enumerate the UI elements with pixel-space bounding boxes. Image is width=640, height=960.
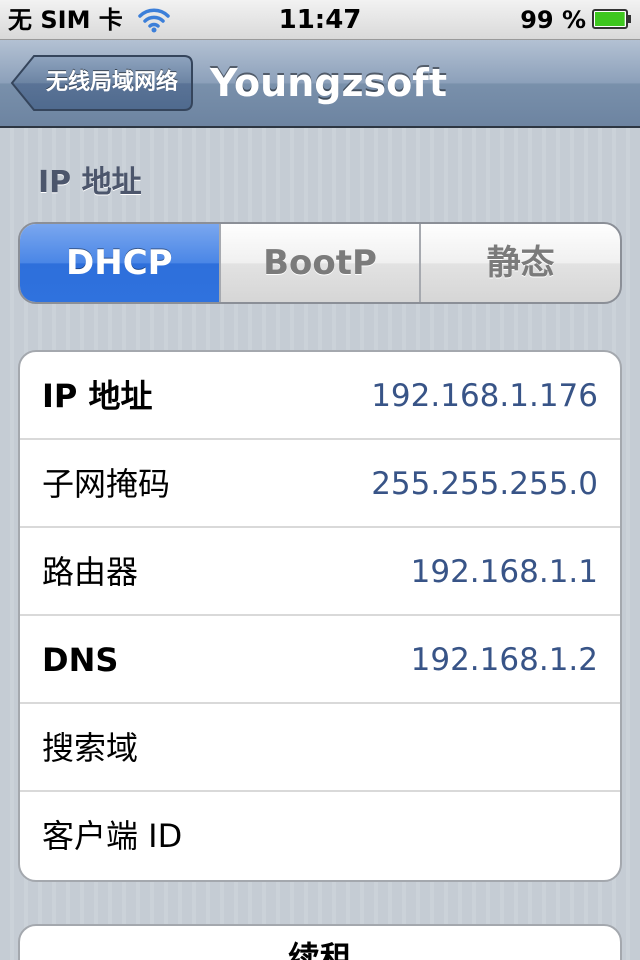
row-value: 192.168.1.1 — [410, 554, 598, 590]
row-label: DNS — [42, 641, 119, 679]
navigation-bar: 无线局域网络 Youngzsoft — [0, 40, 640, 128]
battery-percent: 99 % — [520, 6, 586, 34]
segment-static[interactable]: 静态 — [419, 224, 620, 302]
row-label: 搜索域 — [42, 729, 139, 767]
network-info-table: IP 地址 192.168.1.176 子网掩码 255.255.255.0 路… — [18, 350, 622, 882]
table-row-search-domain: 搜索域 — [20, 704, 620, 792]
back-button-label: 无线局域网络 — [45, 70, 178, 95]
page-title: Youngzsoft — [210, 61, 447, 105]
row-value: 255.255.255.0 — [371, 466, 598, 502]
section-header: IP 地址 — [38, 165, 142, 200]
row-label: IP 地址 — [42, 377, 153, 415]
renew-lease-label: 续租 — [287, 939, 352, 960]
status-bar: 无 SIM 卡 11:47 99 % — [0, 0, 640, 40]
table-row-ip-address: IP 地址 192.168.1.176 — [20, 352, 620, 440]
renew-lease-button[interactable]: 续租 — [18, 924, 622, 960]
table-row-subnet-mask: 子网掩码 255.255.255.0 — [20, 440, 620, 528]
row-value: 192.168.1.2 — [410, 642, 598, 678]
ip-mode-segmented-control: DHCP BootP 静态 — [18, 222, 622, 304]
table-row-client-id: 客户端 ID — [20, 792, 620, 880]
battery-icon — [592, 9, 631, 29]
battery-fill — [595, 12, 625, 26]
segment-dhcp[interactable]: DHCP — [20, 224, 219, 302]
row-label: 路由器 — [42, 553, 139, 591]
back-button[interactable]: 无线局域网络 — [10, 54, 194, 112]
table-row-dns: DNS 192.168.1.2 — [20, 616, 620, 704]
table-row-router: 路由器 192.168.1.1 — [20, 528, 620, 616]
row-label: 客户端 ID — [42, 817, 183, 855]
row-label: 子网掩码 — [42, 465, 171, 503]
segment-bootp[interactable]: BootP — [218, 224, 420, 302]
row-value: 192.168.1.176 — [371, 378, 598, 414]
